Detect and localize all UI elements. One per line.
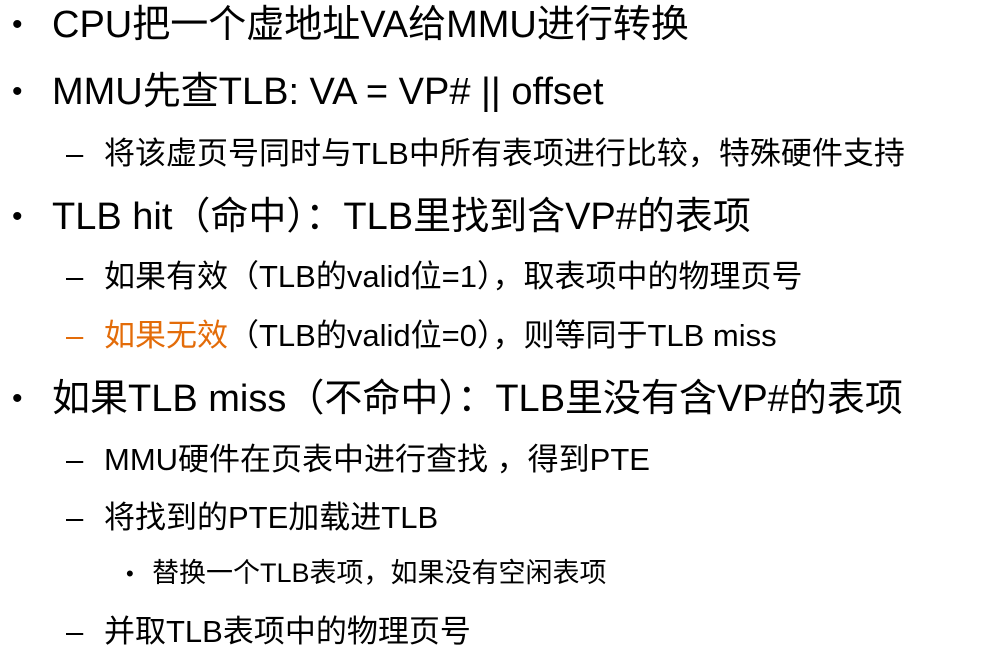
sub-item-text: 将该虚页号同时与TLB中所有表项进行比较，特殊硬件支持 xyxy=(104,136,905,171)
sub-item-text: 如果有效（TLB的valid位=1），取表项中的物理页号 xyxy=(104,259,803,294)
bullet-text: 如果TLB miss（不命中）：TLB里没有含VP#的表项 xyxy=(52,378,903,420)
bullet-text: MMU先查TLB: VA = VP# || offset xyxy=(52,71,604,113)
sub-sub-item-replace-entry: • 替换一个TLB表项，如果没有空闲表项 xyxy=(126,558,607,588)
sub-item-text: MMU硬件在页表中进行查找 ，得到PTE xyxy=(104,442,650,477)
bullet-item-tlb-hit: • TLB hit（命中）：TLB里找到含VP#的表项 xyxy=(12,196,751,238)
sub-item-text: （TLB的valid位=0），则等同于TLB miss xyxy=(228,318,777,353)
sub-sub-item-text: 替换一个TLB表项，如果没有空闲表项 xyxy=(152,558,607,588)
sub-item-text: 将找到的PTE加载进TLB xyxy=(104,500,439,535)
dash-icon: – xyxy=(66,442,84,477)
bullet-icon: • xyxy=(126,561,134,586)
bullet-item-cpu-va-to-mmu: • CPU把一个虚地址VA给MMU进行转换 xyxy=(12,4,689,46)
bullet-item-mmu-check-tlb: • MMU先查TLB: VA = VP# || offset xyxy=(12,71,604,113)
sub-item-compare-all-entries: – 将该虚页号同时与TLB中所有表项进行比较，特殊硬件支持 xyxy=(66,136,905,171)
sub-item-mmu-lookup-page-table: – MMU硬件在页表中进行查找 ，得到PTE xyxy=(66,442,650,477)
dash-icon: – xyxy=(66,614,84,649)
bullet-icon: • xyxy=(12,75,23,108)
bullet-item-tlb-miss: • 如果TLB miss（不命中）：TLB里没有含VP#的表项 xyxy=(12,378,903,420)
dash-icon: – xyxy=(66,318,84,353)
sub-item-valid-0: – 如果无效（TLB的valid位=0），则等同于TLB miss xyxy=(66,318,777,353)
bullet-icon: • xyxy=(12,382,23,415)
dash-icon: – xyxy=(66,500,84,535)
bullet-text: CPU把一个虚地址VA给MMU进行转换 xyxy=(52,4,689,46)
dash-icon: – xyxy=(66,136,84,171)
bullet-text: TLB hit（命中）：TLB里找到含VP#的表项 xyxy=(52,196,751,238)
dash-icon: – xyxy=(66,259,84,294)
sub-item-valid-1: – 如果有效（TLB的valid位=1），取表项中的物理页号 xyxy=(66,259,803,294)
bullet-icon: • xyxy=(12,8,23,41)
highlight-text: 如果无效 xyxy=(104,318,228,353)
slide: { "colors": { "text": "#000000", "accent… xyxy=(0,0,999,662)
bullet-icon: • xyxy=(12,200,23,233)
sub-item-get-physical-page: – 并取TLB表项中的物理页号 xyxy=(66,614,471,649)
sub-item-text: 并取TLB表项中的物理页号 xyxy=(104,614,471,649)
sub-item-load-pte-into-tlb: – 将找到的PTE加载进TLB xyxy=(66,500,439,535)
